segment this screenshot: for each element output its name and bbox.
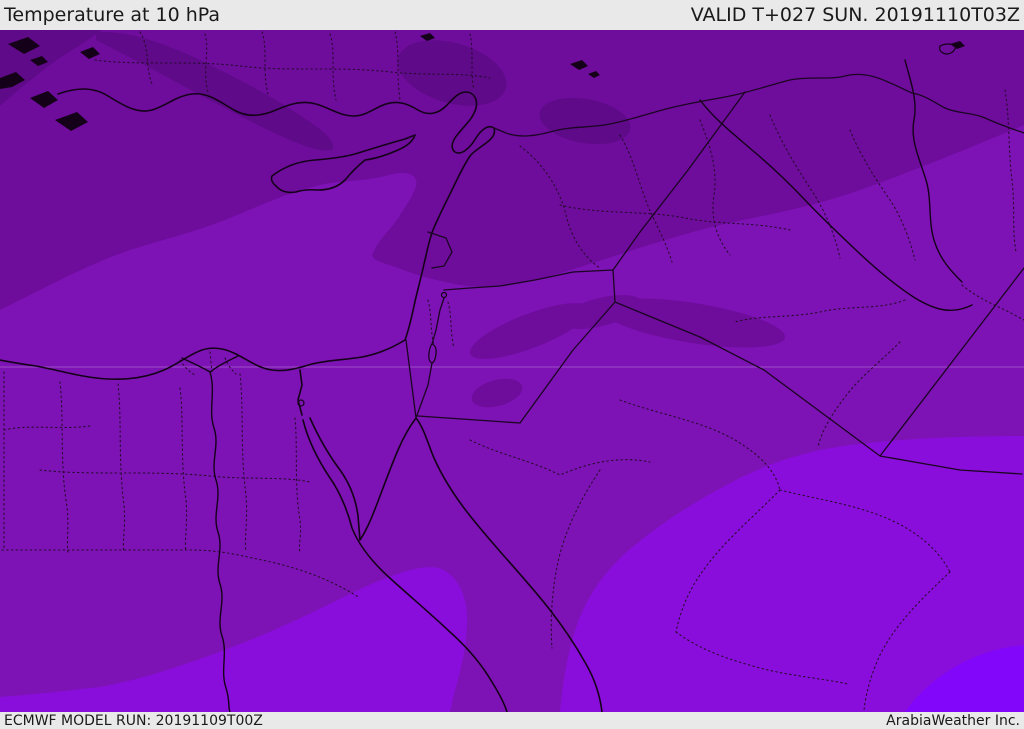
weather-map: [0, 30, 1024, 712]
credit-label: ArabiaWeather Inc.: [886, 712, 1020, 729]
map-area: [0, 30, 1024, 712]
page-title: Temperature at 10 hPa: [4, 4, 221, 26]
header-bar: Temperature at 10 hPa VALID T+027 SUN. 2…: [0, 0, 1024, 30]
weather-map-screen: Temperature at 10 hPa VALID T+027 SUN. 2…: [0, 0, 1024, 729]
model-run-label: ECMWF MODEL RUN: 20191109T00Z: [4, 712, 263, 729]
footer-bar: ECMWF MODEL RUN: 20191109T00Z ArabiaWeat…: [0, 712, 1024, 729]
valid-time-label: VALID T+027 SUN. 20191110T03Z: [690, 4, 1020, 26]
